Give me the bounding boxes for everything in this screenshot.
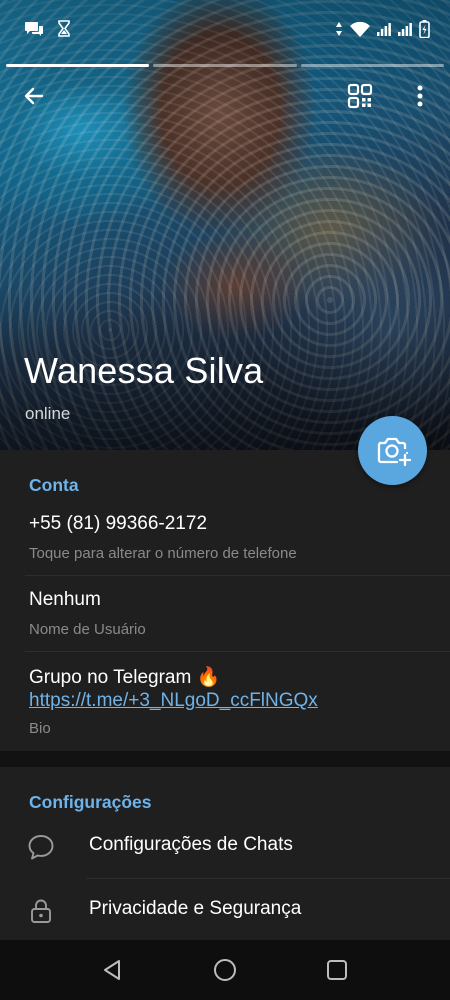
arrow-left-icon: [24, 87, 44, 105]
phone-hint: Toque para alterar o número de telefone: [29, 545, 297, 562]
hourglass-icon: [58, 20, 70, 41]
username-row[interactable]: Nenhum Nome de Usuário: [0, 576, 450, 651]
username-value: Nenhum: [29, 589, 101, 610]
back-button[interactable]: [16, 78, 52, 114]
chat-bubble-icon: [28, 835, 54, 860]
wifi-icon: [350, 21, 370, 41]
story-progress: [6, 64, 444, 67]
section-separator: [0, 751, 450, 767]
profile-status: online: [25, 404, 71, 423]
qr-code-icon: [347, 83, 373, 109]
more-vertical-icon: [417, 85, 423, 107]
more-options-button[interactable]: [402, 78, 438, 114]
nav-back-button[interactable]: [96, 954, 128, 986]
bio-text: Grupo no Telegram 🔥: [29, 667, 221, 688]
status-bar: [0, 0, 450, 58]
username-hint: Nome de Usuário: [29, 621, 146, 638]
settings-item-chats[interactable]: Configurações de Chats: [0, 815, 450, 877]
nav-home-icon: [214, 959, 236, 981]
data-arrows-icon: [335, 22, 343, 40]
account-section-title: Conta: [29, 475, 79, 495]
nav-home-button[interactable]: [209, 954, 241, 986]
settings-item-privacy[interactable]: Privacidade e Segurança: [0, 879, 450, 941]
nav-recents-button[interactable]: [321, 954, 353, 986]
story-bar: [153, 64, 297, 67]
nav-back-icon: [104, 960, 120, 980]
phone-row[interactable]: +55 (81) 99366-2172 Toque para alterar o…: [0, 502, 450, 574]
bio-link[interactable]: https://t.me/+3_NLgoD_ccFlNGQx: [29, 690, 318, 712]
bio-hint: Bio: [29, 720, 51, 737]
settings-item-label: Configurações de Chats: [89, 834, 293, 855]
phone-number: +55 (81) 99366-2172: [29, 513, 208, 534]
signal-icon: [377, 22, 391, 40]
lock-icon: [31, 899, 51, 923]
settings-item-label: Privacidade e Segurança: [89, 898, 302, 919]
profile-name: Wanessa Silva: [24, 350, 264, 391]
bio-row[interactable]: Grupo no Telegram 🔥 https://t.me/+3_NLgo…: [0, 652, 450, 751]
set-photo-button[interactable]: [358, 416, 427, 485]
account-section: Conta +55 (81) 99366-2172 Toque para alt…: [0, 450, 450, 751]
nav-recents-icon: [327, 960, 347, 980]
settings-section-title: Configurações: [29, 792, 152, 812]
battery-charging-icon: [419, 20, 430, 42]
story-bar: [300, 64, 444, 67]
chat-notification-icon: [24, 21, 44, 41]
system-nav-bar: [0, 940, 450, 1000]
signal-icon: [398, 22, 412, 40]
story-bar: [6, 64, 150, 67]
settings-section: Configurações Configurações de Chats Pri…: [0, 767, 450, 940]
camera-add-icon: [377, 437, 411, 466]
qr-code-button[interactable]: [342, 78, 378, 114]
